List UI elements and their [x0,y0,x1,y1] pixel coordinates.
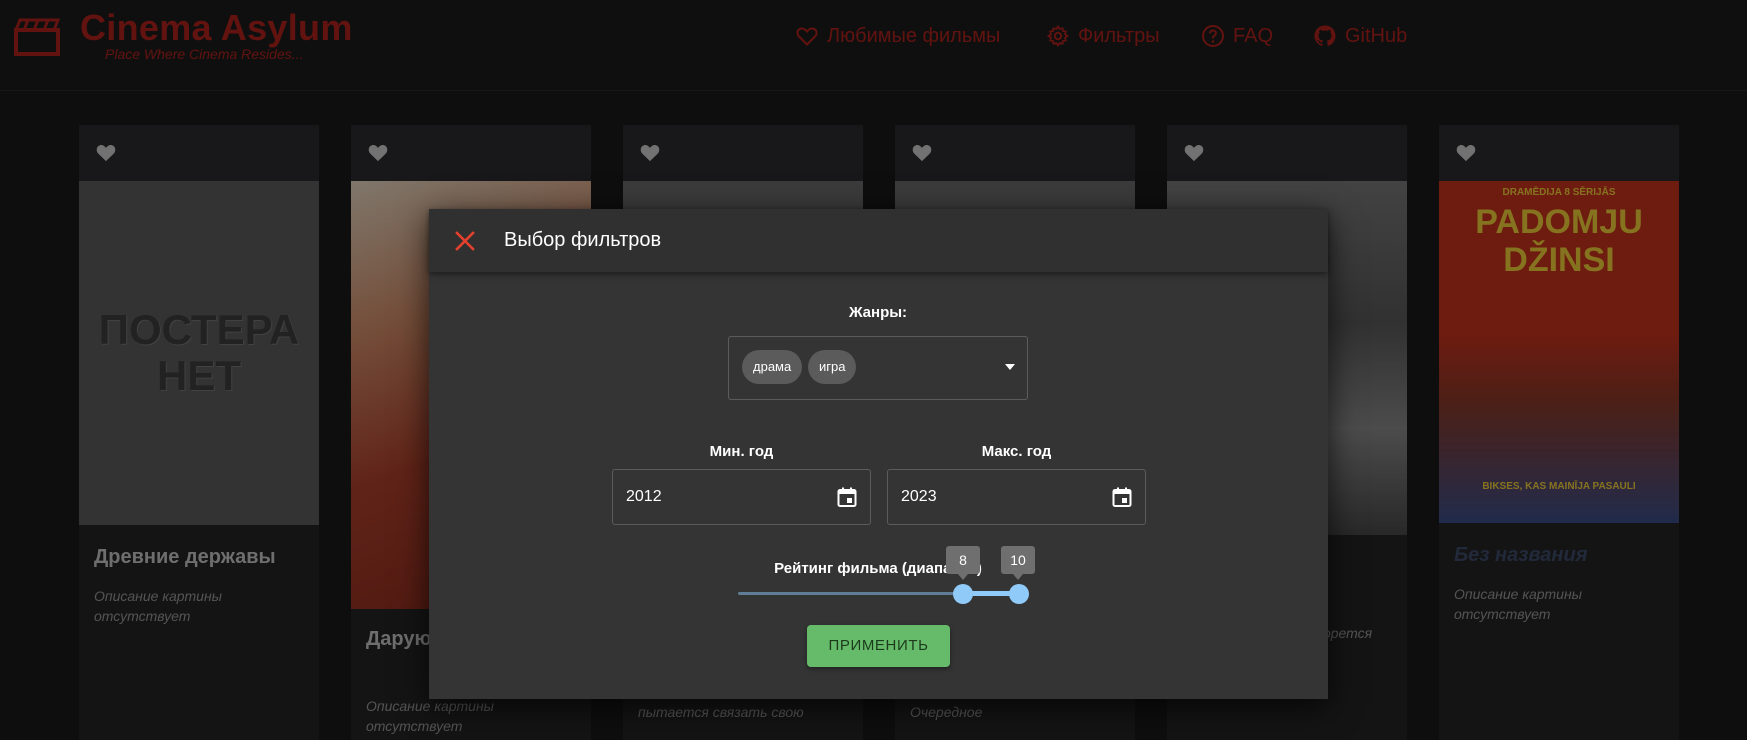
genres-label: Жанры: [848,304,908,321]
rating-min-thumb[interactable] [953,584,973,604]
genre-chip[interactable]: игра [808,350,857,384]
calendar-icon[interactable] [1111,486,1133,508]
dialog-title: Выбор фильтров [504,229,662,251]
max-year-value: 2023 [901,488,937,505]
rating-max-tooltip: 10 [1001,546,1035,580]
apply-button[interactable]: ПРИМЕНИТЬ [807,625,950,667]
genre-chip[interactable]: драма [742,350,803,384]
close-icon[interactable] [454,230,476,252]
max-year-field[interactable]: 2023 [887,469,1146,525]
rating-min-tooltip: 8 [946,546,980,580]
dialog-header: Выбор фильтров [429,209,1328,272]
min-year-label: Мин. год [709,443,774,460]
max-year-label: Макс. год [981,443,1052,460]
min-year-field[interactable]: 2012 [612,469,871,525]
rating-label: Рейтинг фильма (диапазон) [774,560,982,577]
calendar-icon[interactable] [836,486,858,508]
min-year-value: 2012 [626,488,662,505]
rating-max-thumb[interactable] [1009,584,1029,604]
filters-dialog: Выбор фильтров Жанры: драма игра Мин. го… [429,209,1328,699]
chevron-down-icon[interactable] [1005,364,1015,370]
genres-select[interactable]: драма игра [728,336,1028,400]
